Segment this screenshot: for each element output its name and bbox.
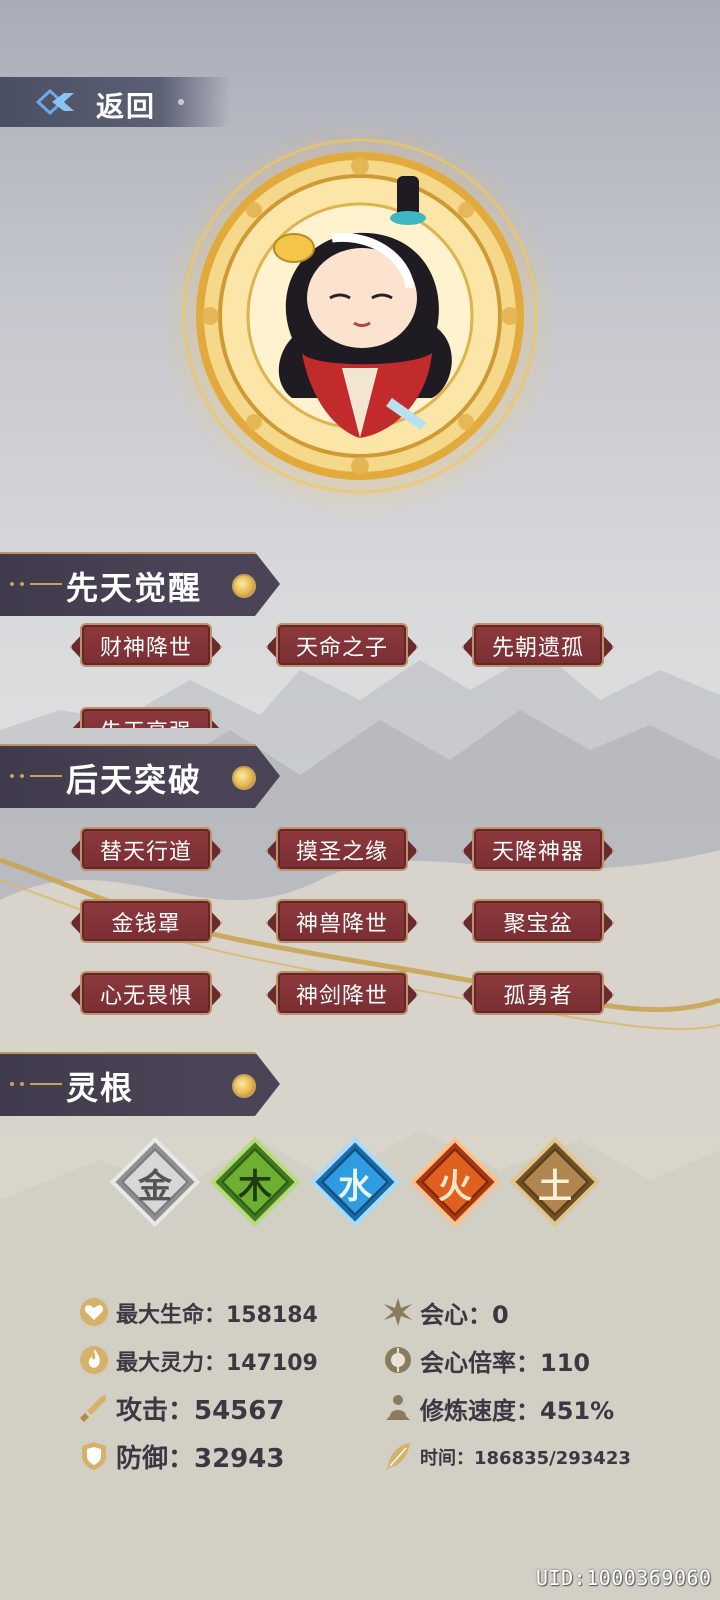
trait-tag[interactable]: 财神降世 — [70, 620, 222, 670]
back-button[interactable]: 返回 — [0, 77, 230, 127]
trait-tag[interactable]: 孤勇者 — [462, 968, 614, 1018]
fire-element-icon[interactable]: 火 — [408, 1135, 502, 1229]
section-orb-icon — [232, 766, 256, 790]
section-orb-icon — [232, 1074, 256, 1098]
trait-tag[interactable]: 先天高强 — [70, 704, 222, 728]
section-header-spirit-root: 灵根 — [0, 1052, 280, 1116]
spirit-flame-icon — [80, 1346, 108, 1374]
crit-rate-icon — [385, 1347, 411, 1373]
back-dot — [178, 99, 184, 105]
back-arrow-icon — [35, 88, 74, 116]
section-orb-icon — [232, 574, 256, 598]
earth-element-icon[interactable]: 土 — [508, 1135, 602, 1229]
trait-tag[interactable]: 先朝遗孤 — [462, 620, 614, 670]
trait-tag[interactable]: 金钱罩 — [70, 896, 222, 946]
sword-icon — [80, 1395, 106, 1422]
heart-icon — [80, 1298, 108, 1326]
section-title-acquired: 后天突破 — [66, 761, 203, 799]
section-header-acquired: 后天突破 — [0, 744, 280, 808]
feather-icon — [386, 1443, 410, 1470]
character-avatar[interactable] — [182, 138, 538, 494]
trait-tag[interactable]: 心无畏惧 — [70, 968, 222, 1018]
trait-tag[interactable]: 摸圣之缘 — [266, 824, 418, 874]
trait-tag[interactable]: 神兽降世 — [266, 896, 418, 946]
user-id: UID:1000369060 — [536, 1566, 712, 1590]
back-label: 返回 — [96, 90, 157, 123]
trait-tag[interactable]: 天命之子 — [266, 620, 418, 670]
water-element-icon[interactable]: 水 — [308, 1135, 402, 1229]
trait-tag[interactable]: 天降神器 — [462, 824, 614, 874]
crit-burst-icon — [384, 1298, 412, 1326]
trait-tag[interactable]: 聚宝盆 — [462, 896, 614, 946]
trait-tag[interactable]: 神剑降世 — [266, 968, 418, 1018]
scroll-clip: 先天高强 — [0, 686, 720, 728]
meditation-icon — [386, 1395, 410, 1420]
section-title-innate: 先天觉醒 — [66, 569, 203, 607]
metal-element-icon[interactable]: 金 — [108, 1135, 202, 1229]
trait-tag[interactable]: 替天行道 — [70, 824, 222, 874]
wood-element-icon[interactable]: 木 — [208, 1135, 302, 1229]
shield-icon — [82, 1442, 106, 1470]
section-header-innate: 先天觉醒 — [0, 552, 280, 616]
section-title-spirit-root: 灵根 — [66, 1069, 135, 1107]
